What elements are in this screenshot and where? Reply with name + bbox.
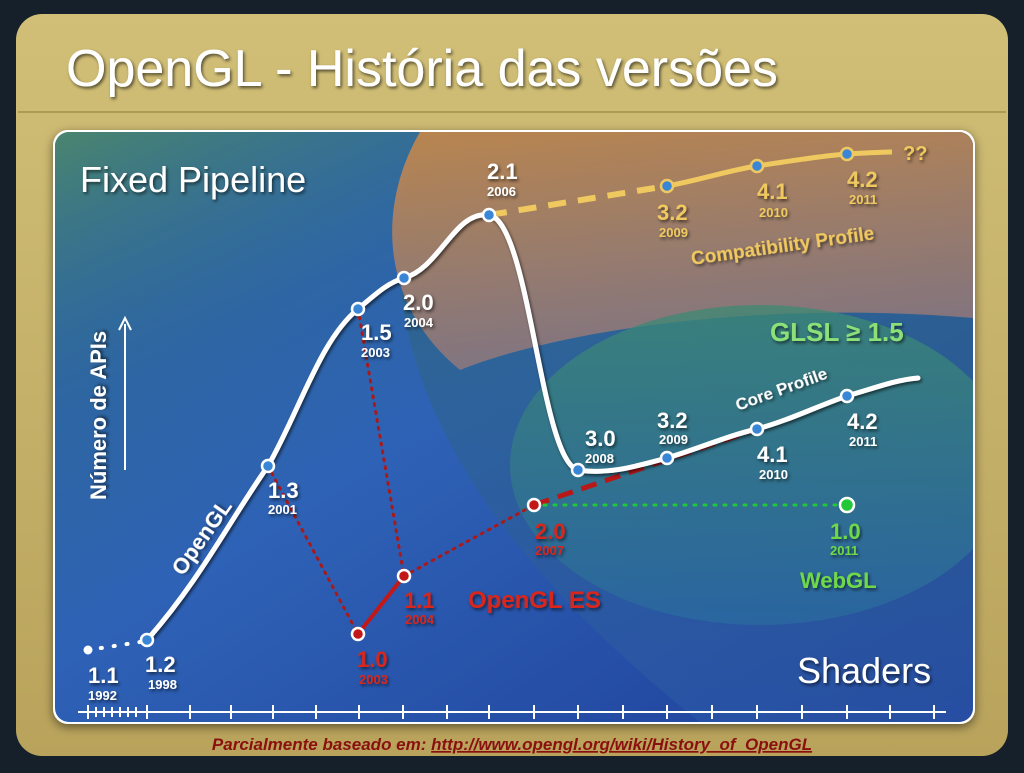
opengl-es-series-label: OpenGL ES xyxy=(468,587,601,614)
label-opengl-1-3-version: 1.3 xyxy=(268,478,299,503)
label-compat-4-1-year: 2010 xyxy=(759,205,788,220)
label-opengl-3-0-version: 3.0 xyxy=(585,426,616,451)
point-compat-4-1 xyxy=(749,158,765,174)
footer-link[interactable]: http://www.opengl.org/wiki/History_of_Op… xyxy=(431,735,812,754)
label-es-1-0-version: 1.0 xyxy=(357,647,388,672)
fixed-pipeline-label: Fixed Pipeline xyxy=(80,159,306,200)
glsl-label: GLSL ≥ 1.5 xyxy=(770,317,904,347)
label-core-4-1-version: 4.1 xyxy=(757,442,788,467)
label-opengl-2-0-year: 2004 xyxy=(404,315,434,330)
point-opengl-1-3 xyxy=(260,458,276,474)
label-core-3-2-year: 2009 xyxy=(659,432,688,447)
point-core-4-2 xyxy=(839,388,855,404)
point-webgl-1-0 xyxy=(838,496,856,514)
label-opengl-2-0-version: 2.0 xyxy=(403,290,434,315)
label-compat-4-1-version: 4.1 xyxy=(757,179,788,204)
label-opengl-1-1-year: 1992 xyxy=(88,688,117,703)
label-opengl-1-5-year: 2003 xyxy=(361,345,390,360)
footer-prefix: Parcialmente baseado em: xyxy=(212,735,431,754)
point-opengl-1-2 xyxy=(139,632,155,648)
label-es-1-1-year: 2004 xyxy=(405,612,435,627)
label-core-4-2-year: 2011 xyxy=(849,434,877,449)
label-opengl-2-1-year: 2006 xyxy=(487,184,516,199)
label-core-4-1-year: 2010 xyxy=(759,467,788,482)
point-opengl-2-0 xyxy=(396,270,412,286)
point-es-1-1 xyxy=(396,568,412,584)
label-compat-3-2-year: 2009 xyxy=(659,225,688,240)
point-opengl-2-1 xyxy=(481,207,497,223)
label-es-1-1-version: 1.1 xyxy=(404,588,435,613)
label-es-2-0-version: 2.0 xyxy=(535,519,566,544)
label-core-3-2-version: 3.2 xyxy=(657,408,688,433)
future-label: ?? xyxy=(903,143,927,165)
point-opengl-1-5 xyxy=(350,301,366,317)
webgl-series-label: WebGL xyxy=(800,568,877,593)
label-es-1-0-year: 2003 xyxy=(359,672,388,687)
point-es-1-0 xyxy=(350,626,366,642)
point-opengl-3-0 xyxy=(570,462,586,478)
point-es-2-0 xyxy=(526,497,542,513)
shaders-label: Shaders xyxy=(797,650,931,691)
label-es-2-0-year: 2007 xyxy=(535,543,564,558)
label-opengl-1-2-year: 1998 xyxy=(148,677,177,692)
point-core-3-2 xyxy=(659,450,675,466)
label-opengl-2-1-version: 2.1 xyxy=(487,159,518,184)
point-core-4-1 xyxy=(749,421,765,437)
slide: OpenGL - História das versões Fixed Pipe… xyxy=(0,0,1024,768)
label-opengl-3-0-year: 2008 xyxy=(585,451,614,466)
label-opengl-1-3-year: 2001 xyxy=(268,502,297,517)
label-compat-4-2-year: 2011 xyxy=(849,192,877,207)
label-opengl-1-5-version: 1.5 xyxy=(361,320,392,345)
label-opengl-1-2-version: 1.2 xyxy=(145,652,176,677)
label-compat-3-2-version: 3.2 xyxy=(657,200,688,225)
label-webgl-1-0-year: 2011 xyxy=(830,543,858,558)
point-compat-4-2 xyxy=(839,146,855,162)
footer-citation: Parcialmente baseado em: http://www.open… xyxy=(212,735,812,754)
label-core-4-2-version: 4.2 xyxy=(847,409,878,434)
slide-title: OpenGL - História das versões xyxy=(66,40,778,98)
history-diagram: OpenGL - História das versões Fixed Pipe… xyxy=(16,14,1008,756)
label-webgl-1-0-version: 1.0 xyxy=(830,519,861,544)
label-compat-4-2-version: 4.2 xyxy=(847,167,878,192)
y-axis-label: Número de APIs xyxy=(86,331,111,500)
label-opengl-1-1-version: 1.1 xyxy=(88,663,119,688)
point-compat-3-2 xyxy=(659,178,675,194)
point-opengl-1-1 xyxy=(80,642,96,658)
